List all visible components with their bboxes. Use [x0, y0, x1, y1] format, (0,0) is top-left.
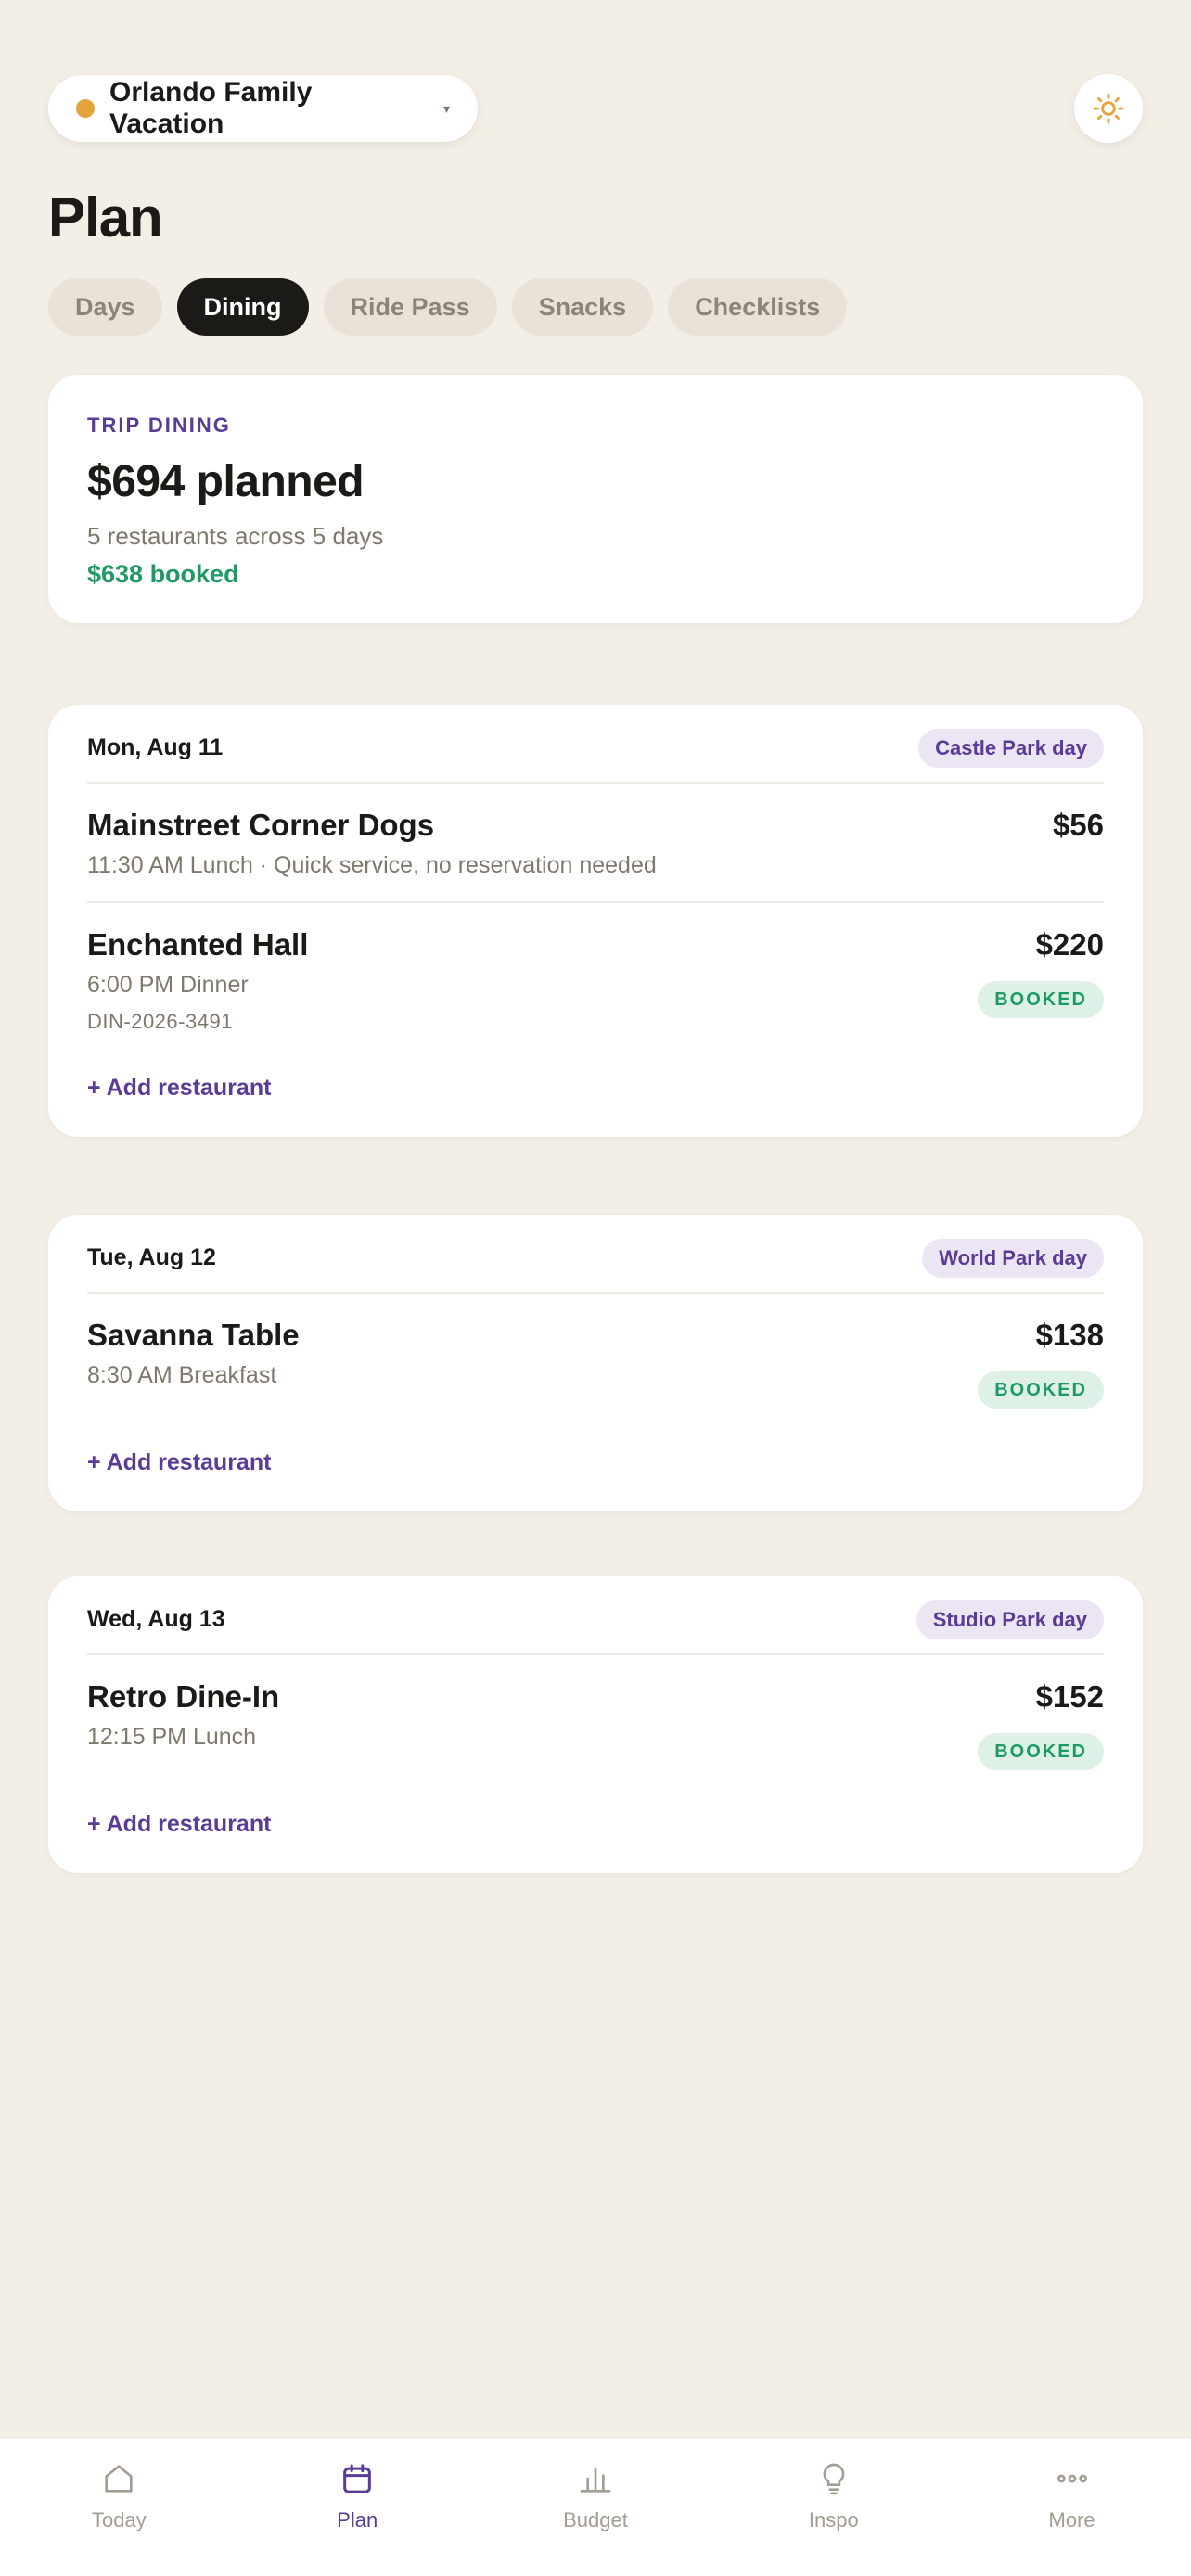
- nav-item-budget[interactable]: Budget: [477, 2438, 715, 2576]
- meal-detail: 11:30 AM Lunch · Quick service, no reser…: [87, 852, 657, 878]
- trip-status-dot: [76, 99, 95, 118]
- bottom-nav: Today Plan Budget Inspo More: [0, 2437, 1191, 2576]
- summary-amount: $694 planned: [87, 457, 365, 506]
- lightbulb-icon: [823, 2463, 845, 2495]
- summary-booked: $638 booked: [87, 560, 239, 588]
- meal-detail: 8:30 AM Breakfast: [87, 1362, 277, 1388]
- nav-label: More: [1048, 2508, 1095, 2531]
- day-date: Mon, Aug 11: [87, 734, 224, 760]
- meal-price: $138: [1035, 1318, 1104, 1352]
- day-card: Wed, Aug 13 Studio Park day Retro Dine-I…: [48, 1576, 1143, 1873]
- sun-icon: [1093, 93, 1124, 124]
- summary-subtitle: 5 restaurants across 5 days: [87, 522, 384, 550]
- meal-detail: 12:15 PM Lunch: [87, 1724, 257, 1750]
- park-badge: Studio Park day: [916, 1600, 1104, 1639]
- meal-row[interactable]: Retro Dine-In 12:15 PM Lunch $152 BOOKED: [87, 1655, 1104, 1792]
- nav-label: Plan: [337, 2508, 378, 2531]
- plan-screen: Orlando Family Vacation ▾ Plan Days Dini…: [0, 0, 1191, 2576]
- day-date: Wed, Aug 13: [87, 1606, 225, 1632]
- booked-badge: BOOKED: [978, 981, 1104, 1018]
- day-card: Tue, Aug 12 World Park day Savanna Table…: [48, 1215, 1143, 1511]
- meal-name: Enchanted Hall: [87, 927, 309, 962]
- tab-days[interactable]: Days: [48, 278, 162, 336]
- nav-label: Today: [92, 2508, 147, 2531]
- nav-label: Inspo: [808, 2508, 859, 2531]
- dining-summary-card: TRIP DINING $694 planned 5 restaurants a…: [48, 375, 1143, 623]
- add-restaurant-button[interactable]: + Add restaurant: [87, 1431, 271, 1511]
- theme-toggle-button[interactable]: [1074, 74, 1143, 143]
- nav-item-inspo[interactable]: Inspo: [714, 2438, 953, 2576]
- nav-item-plan[interactable]: Plan: [238, 2438, 477, 2576]
- trip-name: Orlando Family Vacation: [109, 77, 313, 139]
- tab-snacks[interactable]: Snacks: [511, 278, 654, 336]
- meal-price: $56: [1052, 808, 1104, 842]
- day-date: Tue, Aug 12: [87, 1244, 216, 1270]
- more-icon: [1057, 2474, 1087, 2483]
- day-header: Mon, Aug 11 Castle Park day: [87, 705, 1104, 784]
- bar-chart-icon: [580, 2468, 611, 2493]
- home-icon: [105, 2465, 134, 2493]
- add-restaurant-button[interactable]: + Add restaurant: [87, 1792, 271, 1873]
- trip-selector[interactable]: Orlando Family Vacation ▾: [48, 75, 478, 142]
- booked-badge: BOOKED: [978, 1371, 1104, 1409]
- meal-price: $152: [1035, 1679, 1104, 1714]
- plan-tabs: Days Dining Ride Pass Snacks Checklists: [48, 278, 848, 336]
- page-title: Plan: [48, 186, 163, 249]
- park-badge: Castle Park day: [918, 728, 1104, 768]
- add-restaurant-button[interactable]: + Add restaurant: [87, 1056, 271, 1137]
- booked-badge: BOOKED: [978, 1733, 1104, 1770]
- park-badge: World Park day: [922, 1238, 1104, 1278]
- day-header: Tue, Aug 12 World Park day: [87, 1215, 1104, 1294]
- meal-name: Savanna Table: [87, 1318, 300, 1352]
- nav-item-more[interactable]: More: [953, 2438, 1191, 2576]
- meal-name: Mainstreet Corner Dogs: [87, 808, 435, 842]
- calendar-icon: [343, 2464, 372, 2493]
- tab-checklists[interactable]: Checklists: [668, 278, 848, 336]
- nav-label: Budget: [563, 2508, 628, 2531]
- meal-row[interactable]: Mainstreet Corner Dogs 11:30 AM Lunch · …: [87, 784, 1104, 901]
- meal-detail: 6:00 PM Dinner: [87, 972, 249, 998]
- nav-item-today[interactable]: Today: [0, 2438, 238, 2576]
- chevron-down-icon: ▾: [442, 100, 450, 116]
- reservation-code: DIN-2026-3491: [87, 1010, 233, 1033]
- tab-dining[interactable]: Dining: [176, 278, 309, 336]
- tab-ride-pass[interactable]: Ride Pass: [323, 278, 497, 336]
- day-header: Wed, Aug 13 Studio Park day: [87, 1576, 1104, 1655]
- summary-eyebrow: TRIP DINING: [87, 414, 231, 437]
- day-card: Mon, Aug 11 Castle Park day Mainstreet C…: [48, 705, 1143, 1137]
- meal-price: $220: [1035, 927, 1104, 962]
- meal-row[interactable]: Enchanted Hall 6:00 PM Dinner DIN-2026-3…: [87, 901, 1104, 1056]
- meal-name: Retro Dine-In: [87, 1679, 280, 1714]
- meal-row[interactable]: Savanna Table 8:30 AM Breakfast $138 BOO…: [87, 1294, 1104, 1431]
